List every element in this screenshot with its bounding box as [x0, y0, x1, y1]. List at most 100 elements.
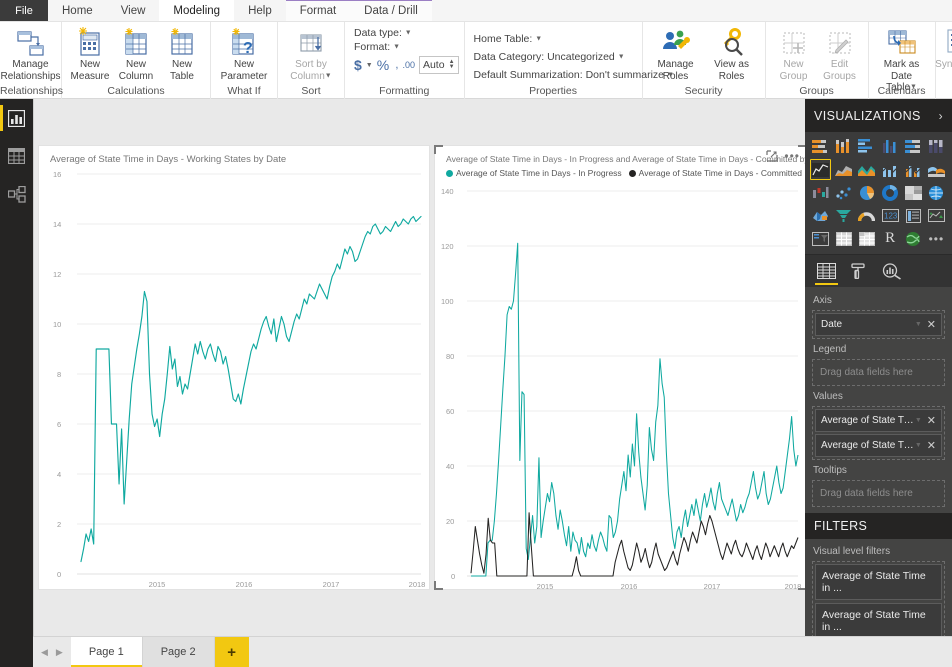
chevron-down-icon[interactable]: ▼	[366, 62, 373, 69]
sidebar-item-data-view[interactable]	[0, 137, 33, 175]
table-grid-icon	[8, 148, 25, 164]
chevron-left-icon[interactable]: ◀	[41, 647, 48, 658]
chevron-down-icon[interactable]: ▼	[325, 72, 332, 79]
home-table-row[interactable]: Home Table: ▼	[474, 33, 543, 45]
viz-pie-chart[interactable]	[856, 182, 877, 203]
well-axis[interactable]: Date ▼ ✕	[812, 310, 945, 339]
new-measure-button[interactable]: New Measure	[67, 25, 113, 84]
data-category-row[interactable]: Data Category: Uncategorized ▼	[474, 51, 625, 63]
add-page-button[interactable]: +	[214, 637, 249, 667]
viz-card[interactable]: 123	[879, 205, 900, 226]
viz-hundred-percent-stacked-column-chart[interactable]	[926, 136, 947, 157]
viz-clustered-column-chart[interactable]	[879, 136, 900, 157]
viz-map[interactable]	[926, 182, 947, 203]
chevron-down-icon[interactable]: ▼	[393, 44, 400, 51]
viz-filled-map[interactable]	[810, 205, 831, 226]
viz-table[interactable]	[833, 228, 854, 249]
viz-more-visuals[interactable]: •••	[926, 228, 947, 249]
field-pill-date[interactable]: Date ▼ ✕	[815, 313, 942, 336]
chevron-down-icon[interactable]: ▼	[405, 30, 412, 37]
viz-area-chart[interactable]	[833, 159, 854, 180]
viz-line-and-clustered-column-chart[interactable]	[903, 159, 924, 180]
chevron-down-icon[interactable]: ▼	[915, 417, 922, 424]
viz-slicer[interactable]	[810, 228, 831, 249]
remove-field-icon[interactable]: ✕	[927, 439, 936, 452]
chevron-down-icon[interactable]: ▼	[915, 442, 922, 449]
well-legend[interactable]: Drag data fields here	[812, 359, 945, 386]
well-values[interactable]: Average of State Time in ▼ ✕ Average of …	[812, 406, 945, 460]
chevron-down-icon[interactable]: ▼	[535, 36, 542, 43]
viz-stacked-area-chart[interactable]	[856, 159, 877, 180]
tab-view[interactable]: View	[107, 0, 160, 21]
viz-line-and-stacked-column-chart[interactable]	[879, 159, 900, 180]
manage-roles-button[interactable]: Manage Roles	[648, 25, 704, 84]
viz-line-chart[interactable]	[810, 159, 832, 180]
manage-relationships-button[interactable]: Manage Relationships	[0, 25, 61, 84]
sidebar-item-report-view[interactable]	[0, 99, 33, 137]
page-tab-page-1[interactable]: Page 1	[70, 637, 143, 667]
filter-card-2[interactable]: Average of State Time in ...	[815, 603, 942, 639]
viz-scatter-chart[interactable]	[833, 182, 854, 203]
viz-stacked-bar-chart[interactable]	[810, 136, 831, 157]
viz-waterfall-chart[interactable]	[810, 182, 831, 203]
chevron-down-icon[interactable]: ▼	[915, 321, 922, 328]
field-pill-avg-state-time-2[interactable]: Average of State Time in ▼ ✕	[815, 434, 942, 457]
viz-funnel-chart[interactable]	[833, 205, 854, 226]
viz-r-script-visual[interactable]: R	[879, 228, 900, 249]
visual-working-states-line-chart[interactable]: Average of State Time in Days - Working …	[39, 146, 429, 589]
tab-home[interactable]: Home	[48, 0, 107, 21]
filter-card-1[interactable]: Average of State Time in ...	[815, 564, 942, 600]
sort-by-column-button[interactable]: Sort by Column▼	[283, 25, 339, 84]
tab-data-drill[interactable]: Data / Drill	[350, 1, 432, 21]
remove-field-icon[interactable]: ✕	[927, 318, 936, 331]
viz-multi-row-card[interactable]	[903, 205, 924, 226]
tab-help[interactable]: Help	[234, 0, 286, 21]
viz-matrix[interactable]	[856, 228, 877, 249]
sidebar-item-model-view[interactable]	[0, 175, 33, 213]
viz-ribbon-chart[interactable]	[926, 159, 947, 180]
chevron-right-icon[interactable]: ▶	[56, 647, 63, 658]
viz-arcgis-map[interactable]	[903, 228, 924, 249]
new-table-label-1: New	[171, 59, 192, 70]
report-canvas[interactable]: Average of State Time in Days - Working …	[33, 99, 829, 636]
edit-groups-button[interactable]: Edit Groups	[817, 25, 863, 84]
more-options-icon[interactable]: •••	[784, 150, 800, 162]
decimal-places-button[interactable]: .00	[402, 60, 415, 70]
viz-kpi[interactable]	[926, 205, 947, 226]
format-row[interactable]: Format: ▼	[354, 41, 400, 53]
well-tooltips[interactable]: Drag data fields here	[812, 480, 945, 507]
viz-clustered-bar-chart[interactable]	[856, 136, 877, 157]
decimal-places-stepper[interactable]: Auto ▲ ▼	[418, 56, 459, 74]
analytics-tab[interactable]	[882, 255, 902, 288]
viz-treemap[interactable]	[903, 182, 924, 203]
currency-format-button[interactable]: $	[354, 57, 362, 73]
svg-text:4: 4	[57, 470, 61, 479]
tab-format[interactable]: Format	[286, 1, 350, 21]
stepper-arrows-icon[interactable]: ▲ ▼	[449, 59, 455, 70]
viz-donut-chart[interactable]	[879, 182, 900, 203]
synonyms-button[interactable]: Synonyms	[934, 25, 952, 73]
tab-file[interactable]: File	[0, 0, 48, 21]
data-type-row[interactable]: Data type: ▼	[354, 27, 412, 39]
new-column-button[interactable]: New Column	[113, 25, 159, 84]
ribbon: Manage Relationships Relationships New M…	[0, 22, 952, 99]
new-parameter-button[interactable]: ? New Parameter	[216, 25, 272, 84]
field-pill-avg-state-time-1[interactable]: Average of State Time in ▼ ✕	[815, 409, 942, 432]
tab-modeling[interactable]: Modeling	[159, 0, 235, 21]
new-table-button[interactable]: New Table	[159, 25, 205, 84]
viz-gauge-chart[interactable]	[856, 205, 877, 226]
viz-stacked-column-chart[interactable]	[833, 136, 854, 157]
chevron-right-icon[interactable]: ›	[939, 109, 943, 123]
thousands-separator-button[interactable]: ,	[393, 59, 398, 71]
fields-tab[interactable]	[815, 255, 838, 288]
format-tab[interactable]	[850, 255, 868, 288]
new-group-button[interactable]: New Group	[771, 25, 817, 84]
chevron-down-icon[interactable]: ▼	[618, 54, 625, 61]
percent-format-button[interactable]: %	[377, 57, 389, 73]
remove-field-icon[interactable]: ✕	[927, 414, 936, 427]
focus-mode-icon[interactable]	[766, 150, 778, 162]
view-as-roles-button[interactable]: View as Roles	[704, 25, 760, 84]
viz-hundred-percent-stacked-bar-chart[interactable]	[903, 136, 924, 157]
page-tab-page-2[interactable]: Page 2	[142, 637, 215, 667]
visual-inprogress-committed-line-chart[interactable]: Average of State Time in Days - In Progr…	[434, 145, 829, 590]
